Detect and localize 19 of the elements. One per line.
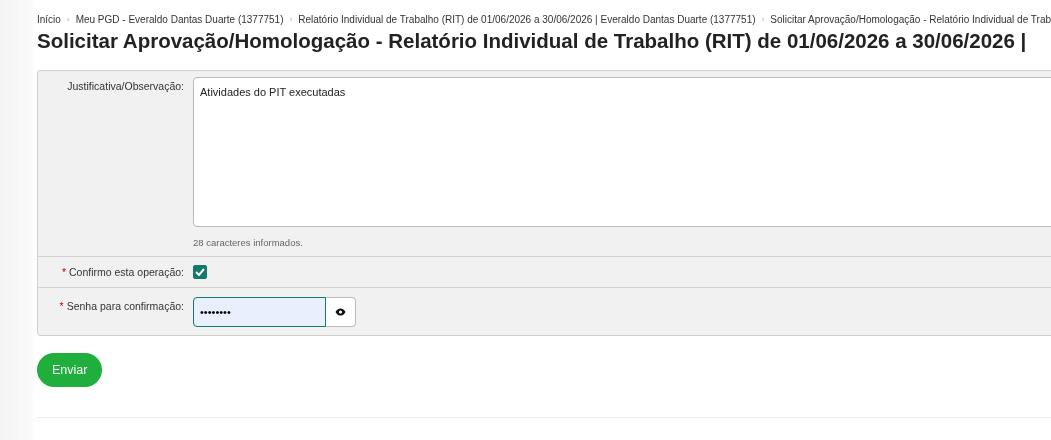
- required-asterisk: *: [61, 266, 66, 278]
- chevron-icon: [66, 16, 70, 23]
- chevron-icon: [761, 16, 765, 23]
- eye-icon: [335, 308, 346, 316]
- password-field[interactable]: ••••••••: [193, 297, 326, 327]
- confirm-checkbox[interactable]: [193, 265, 207, 279]
- breadcrumb-link[interactable]: Início: [37, 14, 61, 25]
- character-counter: 28 caracteres informados.: [193, 237, 304, 248]
- justification-field[interactable]: Atividades do PIT executadas: [193, 77, 1051, 227]
- chevron-icon: [289, 16, 293, 23]
- show-password-button[interactable]: [326, 297, 356, 327]
- field-label: Confirmo esta operação:: [69, 266, 184, 278]
- breadcrumb-link[interactable]: Meu PGD - Everaldo Dantas Duarte (1377751): [75, 14, 284, 25]
- breadcrumb-link[interactable]: Relatório Individual de Trabalho (RIT) de 01/06/2026 a 30/06/2026 | Everaldo Dantas Duarte (1377751): [298, 14, 756, 25]
- field-label: Senha para confirmação:: [66, 300, 184, 312]
- required-asterisk: *: [59, 300, 64, 312]
- page-title: Solicitar Aprovação/Homologação - Relatório Individual de Trabalho (RIT) de 01/06/2026 a 30/06/2026 |: [37, 29, 1028, 53]
- field-label: Justificativa/Observação:: [66, 79, 184, 92]
- breadcrumb-link[interactable]: Solicitar Aprovação/Homologação - Relatório Individual de Trab: [770, 14, 1051, 25]
